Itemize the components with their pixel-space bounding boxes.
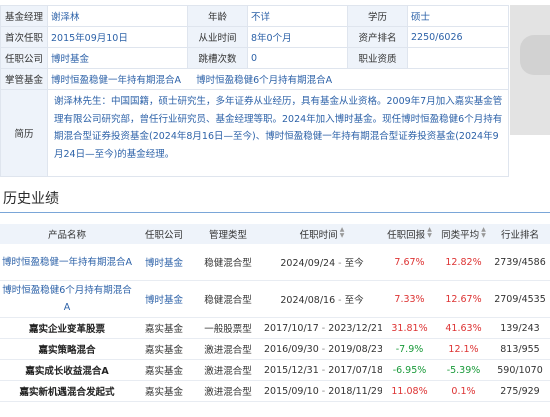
asset-rank-value: 2250/6026 — [407, 26, 509, 48]
col-return[interactable]: 任职回报▲ ▼ — [382, 224, 437, 244]
fund-name-link[interactable]: 博时恒盈稳健一年持有期混合A — [0, 244, 134, 281]
col-peer-avg[interactable]: 同类平均▲ ▼ — [437, 224, 490, 244]
company-link[interactable]: 嘉实基金 — [134, 338, 194, 360]
term-range: 2015/09/10 - 2018/11/29 — [262, 380, 382, 402]
table-row[interactable]: 博时恒盈稳健6个月持有期混合A 博时基金 稳健混合型 2024/08/16 - 至今 7… — [0, 280, 550, 318]
certification-label: 职业资质 — [347, 47, 408, 69]
education-value: 硕士 — [407, 5, 509, 27]
first-term-label: 首次任职 — [0, 26, 48, 48]
age-value: 不详 — [247, 5, 348, 27]
company-link[interactable]: 嘉实基金 — [134, 359, 194, 381]
manager-name: 谢泽林 — [47, 5, 188, 27]
experience-value: 8年0个月 — [247, 26, 348, 48]
col-fund-name: 产品名称 — [0, 224, 134, 244]
manage-type: 稳健混合型 — [194, 244, 262, 281]
industry-rank: 2709/4535 — [490, 280, 550, 318]
certification-value — [407, 47, 509, 69]
peer-average: 12.1% — [437, 338, 490, 360]
manage-type: 激进混合型 — [194, 338, 262, 360]
peer-average: 0.1% — [437, 380, 490, 402]
peer-average: 41.63% — [437, 317, 490, 339]
company-link[interactable]: 博时基金 — [134, 280, 194, 318]
manage-type: 一般股票型 — [194, 317, 262, 339]
table-row[interactable]: 嘉实新机遇混合发起式 嘉实基金 激进混合型 2015/09/10 - 2018/11/… — [0, 380, 550, 402]
manage-type: 稳健混合型 — [194, 280, 262, 318]
term-range: 2016/09/30 - 2019/08/23 — [262, 338, 382, 360]
col-manage-type: 管理类型 — [194, 224, 262, 244]
term-range: 2024/08/16 - 至今 — [262, 280, 382, 318]
peer-average: 12.82% — [437, 244, 490, 281]
table-row[interactable]: 嘉实成长收益混合A 嘉实基金 激进混合型 2015/12/31 - 2017/07/1… — [0, 359, 550, 381]
peer-average: -5.39% — [437, 359, 490, 381]
term-range: 2024/09/24 - 至今 — [262, 244, 382, 281]
term-return: 11.08% — [382, 380, 437, 402]
history-header-row: 产品名称 任职公司 管理类型 任职时间▲ ▼ 任职回报▲ ▼ 同类平均▲ ▼ 行业排名 — [0, 224, 550, 244]
job-changes-value: 0 — [247, 47, 348, 69]
company-label: 任职公司 — [0, 47, 48, 69]
fund-name-link[interactable]: 博时恒盈稳健6个月持有期混合A — [0, 280, 134, 318]
industry-rank: 2739/4586 — [490, 244, 550, 281]
term-range: 2015/12/31 - 2017/07/18 — [262, 359, 382, 381]
education-label: 学历 — [347, 5, 408, 27]
sort-icon[interactable]: ▲ ▼ — [427, 227, 432, 239]
company-value[interactable]: 博时基金 — [47, 47, 188, 69]
fund-name-link[interactable]: 嘉实成长收益混合A — [0, 359, 134, 381]
col-term[interactable]: 任职时间▲ ▼ — [262, 224, 382, 244]
industry-rank: 590/1070 — [490, 359, 550, 381]
company-link[interactable]: 嘉实基金 — [134, 380, 194, 402]
first-term-value: 2015年09月10日 — [47, 26, 188, 48]
company-link[interactable]: 嘉实基金 — [134, 317, 194, 339]
table-row[interactable]: 嘉实策略混合 嘉实基金 激进混合型 2016/09/30 - 2019/08/23 -7… — [0, 338, 550, 360]
sort-icon[interactable]: ▲ ▼ — [481, 227, 486, 239]
manager-info-table: 基金经理 谢泽林 年龄 不详 学历 硕士 首次任职 2015年09月10日 从业… — [0, 5, 509, 177]
industry-rank: 813/955 — [490, 338, 550, 360]
history-table: 产品名称 任职公司 管理类型 任职时间▲ ▼ 任职回报▲ ▼ 同类平均▲ ▼ 行业排名… — [0, 224, 550, 402]
avatar — [520, 35, 550, 75]
managed-funds: 博时恒盈稳健一年持有期混合A 博时恒盈稳健6个月持有期混合A — [47, 68, 509, 90]
age-label: 年龄 — [187, 5, 248, 27]
term-return: -6.95% — [382, 359, 437, 381]
col-rank: 行业排名 — [490, 224, 550, 244]
manager-page: 基金经理 谢泽林 年龄 不详 学历 硕士 首次任职 2015年09月10日 从业… — [0, 0, 550, 417]
table-row[interactable]: 博时恒盈稳健一年持有期混合A 博时基金 稳健混合型 2024/09/24 - 至今 7.… — [0, 244, 550, 281]
managed-fund-link[interactable]: 博时恒盈稳健一年持有期混合A — [51, 75, 181, 86]
managed-fund-link[interactable]: 博时恒盈稳健6个月持有期混合A — [196, 75, 332, 86]
industry-rank: 275/929 — [490, 380, 550, 402]
fund-name-link[interactable]: 嘉实企业变革股票 — [0, 317, 134, 339]
term-range: 2017/10/17 - 2023/12/21 — [262, 317, 382, 339]
sort-icon[interactable]: ▲ ▼ — [340, 227, 345, 239]
fund-name-link[interactable]: 嘉实新机遇混合发起式 — [0, 380, 134, 402]
col-company: 任职公司 — [134, 224, 194, 244]
section-divider — [0, 212, 550, 213]
peer-average: 12.67% — [437, 280, 490, 318]
experience-label: 从业时间 — [187, 26, 248, 48]
term-return: 7.67% — [382, 244, 437, 281]
term-return: 7.33% — [382, 280, 437, 318]
job-changes-label: 跳槽次数 — [187, 47, 248, 69]
company-link[interactable]: 博时基金 — [134, 244, 194, 281]
manager-photo — [510, 5, 550, 135]
history-section-title: 历史业绩 — [3, 191, 59, 207]
bio-label: 简历 — [0, 89, 48, 177]
industry-rank: 139/243 — [490, 317, 550, 339]
term-return: 31.81% — [382, 317, 437, 339]
name-label: 基金经理 — [0, 5, 48, 27]
manage-type: 激进混合型 — [194, 380, 262, 402]
fund-name-link[interactable]: 嘉实策略混合 — [0, 338, 134, 360]
manage-type: 激进混合型 — [194, 359, 262, 381]
managed-funds-label: 掌管基金 — [0, 68, 48, 90]
asset-rank-label: 资产排名 — [347, 26, 408, 48]
manager-bio: 谢泽林先生：中国国籍，硕士研究生，多年证券从业经历，具有基金从业资格。2009年… — [47, 89, 509, 177]
table-row[interactable]: 嘉实企业变革股票 嘉实基金 一般股票型 2017/10/17 - 2023/12/21… — [0, 317, 550, 339]
term-return: -7.9% — [382, 338, 437, 360]
